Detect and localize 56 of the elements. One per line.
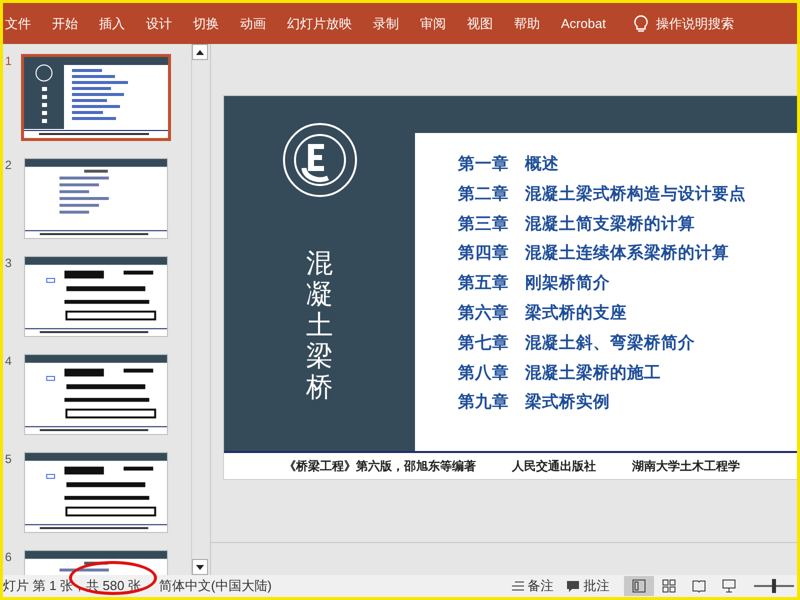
footer-text: 《桥梁工程》第六版，邵旭东等编著: [284, 458, 476, 474]
ribbon-tab[interactable]: 切换: [193, 14, 219, 32]
chapter-title: 混凝土梁桥的施工: [525, 362, 661, 384]
ribbon-tab[interactable]: 幻灯片放映: [287, 14, 352, 32]
chapter-number: 第五章: [458, 272, 509, 294]
notes-button[interactable]: 备注: [512, 577, 554, 595]
vertical-scrollbar[interactable]: [191, 44, 207, 575]
slide-vertical-title: 混凝土梁桥: [306, 248, 333, 404]
footer-text: 湖南大学土木工程学: [632, 458, 740, 474]
projector-icon: [722, 579, 736, 593]
language-text[interactable]: 简体中文(中国大陆): [158, 577, 272, 595]
chapter-title: 梁式桥的支座: [525, 302, 627, 324]
chapter-title: 混凝土梁式桥构造与设计要点: [525, 184, 746, 205]
chapter-title: 混凝土连续体系梁桥的计算: [525, 242, 729, 264]
ribbon-tab[interactable]: 审阅: [420, 14, 446, 32]
ribbon-tab[interactable]: 设计: [146, 14, 172, 32]
grid-view-icon: [662, 579, 676, 593]
chapter-number: 第四章: [458, 242, 509, 264]
slide-number: 1: [5, 54, 13, 68]
ribbon-tab[interactable]: 插入: [99, 14, 125, 32]
chapter-number: 第三章: [458, 214, 509, 235]
scroll-down-icon[interactable]: [196, 564, 204, 570]
book-icon: [692, 579, 706, 593]
view-button[interactable]: [624, 576, 654, 596]
comment-icon: [566, 580, 580, 592]
lightbulb-icon: [634, 14, 648, 32]
chapter-title: 刚架桥简介: [525, 273, 610, 294]
ribbon-tab[interactable]: 动画: [240, 14, 266, 32]
scroll-up-icon[interactable]: [196, 50, 204, 54]
chapter-title: 概述: [525, 154, 559, 175]
search-tell-me-field[interactable]: 操作说明搜索: [656, 14, 734, 32]
chapter-title: 混凝土简支梁桥的计算: [525, 214, 695, 235]
slide-number: 3: [5, 256, 13, 270]
ribbon-tab[interactable]: Acrobat: [561, 16, 606, 31]
normal-view-icon: [632, 579, 646, 593]
slide-number: 2: [5, 158, 13, 172]
ribbon-tab[interactable]: 文件: [5, 14, 31, 32]
slide-number: 5: [5, 452, 13, 466]
chapter-number: 第七章: [458, 332, 509, 354]
chapter-number: 第二章: [458, 184, 509, 205]
slide-number: 6: [5, 550, 13, 564]
slide-number: 4: [5, 354, 13, 368]
notes-icon: [512, 581, 524, 591]
chapter-number: 第九章: [458, 392, 509, 414]
ribbon-tab[interactable]: 录制: [373, 14, 399, 32]
comments-button[interactable]: 批注: [566, 577, 610, 595]
zoom-slider-thumb[interactable]: [772, 579, 776, 593]
ribbon-tab[interactable]: 开始: [52, 14, 78, 32]
ribbon-tab[interactable]: 视图: [467, 14, 493, 32]
ribbon-tab[interactable]: 帮助: [514, 14, 540, 32]
chapter-number: 第六章: [458, 302, 509, 324]
chapter-title: 混凝土斜、弯梁桥简介: [525, 332, 695, 354]
footer-text: 人民交通出版社: [512, 458, 596, 474]
chapter-number: 第一章: [458, 154, 509, 175]
chapter-title: 梁式桥实例: [525, 392, 610, 414]
chapter-number: 第八章: [458, 362, 509, 384]
